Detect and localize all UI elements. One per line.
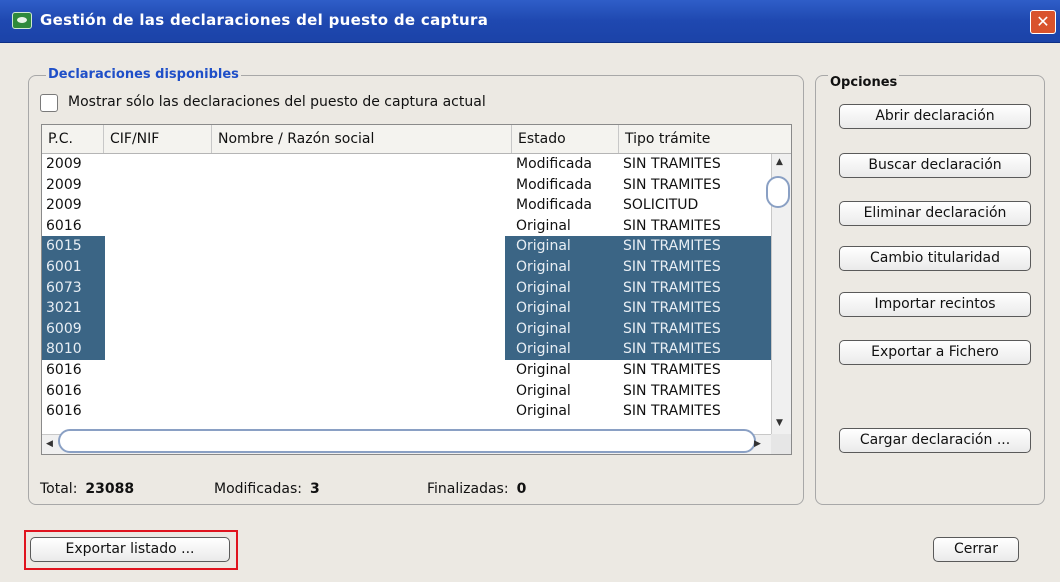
column-header-pc[interactable]: P.C. bbox=[42, 125, 104, 153]
exportar-fichero-button[interactable]: Exportar a Fichero bbox=[839, 340, 1031, 365]
cell-tipo-tramite: SIN TRAMITES bbox=[619, 277, 771, 299]
cell-tipo-tramite: SIN TRAMITES bbox=[619, 298, 771, 319]
abrir-declaracion-button[interactable]: Abrir declaración bbox=[839, 104, 1031, 129]
cell-pc: 6016 bbox=[46, 403, 82, 420]
cell-estado: Original bbox=[516, 382, 571, 399]
cell-estado: Modificada bbox=[516, 156, 592, 172]
cell-tipo-tramite: SIN TRAMITES bbox=[623, 176, 721, 193]
highlight-box bbox=[24, 530, 238, 570]
cell-tipo-tramite: SIN TRAMITES bbox=[619, 318, 771, 340]
mostrar-solo-checkbox[interactable] bbox=[40, 94, 58, 112]
scroll-right-icon[interactable]: ▶ bbox=[754, 439, 761, 449]
cell-tipo-tramite: SIN TRAMITES bbox=[619, 236, 771, 257]
cell-pc: 2009 bbox=[46, 176, 82, 193]
vertical-scrollbar[interactable]: ▲ ▼ bbox=[766, 154, 791, 434]
cell-tipo-tramite: SIN TRAMITES bbox=[619, 339, 771, 360]
cell-estado: Original bbox=[512, 277, 619, 299]
cell-pc: 6001 bbox=[42, 256, 104, 278]
cell-pc: 8010 bbox=[42, 339, 104, 360]
cell-tipo-tramite: SIN TRAMITES bbox=[623, 403, 721, 420]
eliminar-declaracion-button[interactable]: Eliminar declaración bbox=[839, 201, 1031, 226]
cerrar-button[interactable]: Cerrar bbox=[933, 537, 1019, 562]
app-icon bbox=[12, 12, 32, 29]
scroll-down-icon[interactable]: ▼ bbox=[776, 418, 783, 428]
cell-tipo-tramite: SIN TRAMITES bbox=[623, 382, 721, 399]
cell-estado: Original bbox=[512, 256, 619, 278]
buscar-declaracion-button[interactable]: Buscar declaración bbox=[839, 153, 1031, 178]
total-value: 23088 bbox=[85, 481, 135, 497]
window-title: Gestión de las declaraciones del puesto … bbox=[40, 11, 489, 29]
modificadas-value: 3 bbox=[310, 481, 320, 497]
column-header-nombre[interactable]: Nombre / Razón social bbox=[212, 125, 512, 153]
cell-tipo-tramite: SIN TRAMITES bbox=[623, 156, 721, 172]
cell-tipo-tramite: SIN TRAMITES bbox=[623, 217, 721, 234]
importar-recintos-button[interactable]: Importar recintos bbox=[839, 292, 1031, 317]
scroll-up-icon[interactable]: ▲ bbox=[776, 157, 783, 167]
modificadas-label: Modificadas: bbox=[214, 481, 302, 497]
modificadas-stat: Modificadas: 3 bbox=[214, 481, 320, 497]
mostrar-solo-label[interactable]: Mostrar sólo las declaraciones del puest… bbox=[68, 94, 486, 110]
declaraciones-group-title: Declaraciones disponibles bbox=[46, 67, 241, 82]
redacted-area bbox=[105, 154, 505, 434]
column-header-tipo-tramite[interactable]: Tipo trámite bbox=[619, 125, 791, 153]
table-header: P.C. CIF/NIF Nombre / Razón social Estad… bbox=[42, 125, 791, 154]
cell-pc: 6016 bbox=[46, 361, 82, 378]
finalizadas-stat: Finalizadas: 0 bbox=[427, 481, 526, 497]
cell-tipo-tramite: SOLICITUD bbox=[623, 197, 699, 214]
finalizadas-value: 0 bbox=[516, 481, 527, 497]
horizontal-scrollbar[interactable]: ◀ ▶ bbox=[42, 429, 771, 454]
cell-pc: 6009 bbox=[42, 318, 104, 340]
title-bar: Gestión de las declaraciones del puesto … bbox=[0, 0, 1060, 43]
cell-pc: 6015 bbox=[42, 236, 104, 257]
cell-estado: Modificada bbox=[516, 176, 592, 193]
cell-estado: Original bbox=[512, 339, 619, 360]
cell-pc: 6016 bbox=[46, 382, 82, 399]
cell-estado: Original bbox=[516, 217, 571, 234]
cell-pc: 2009 bbox=[46, 197, 82, 214]
cell-estado: Original bbox=[512, 236, 619, 257]
scroll-left-icon[interactable]: ◀ bbox=[46, 439, 53, 449]
close-window-button[interactable]: ✕ bbox=[1030, 10, 1056, 34]
cell-estado: Modificada bbox=[516, 197, 592, 214]
cell-pc: 6073 bbox=[42, 277, 104, 299]
cell-estado: Original bbox=[512, 318, 619, 340]
column-header-cif-nif[interactable]: CIF/NIF bbox=[104, 125, 212, 153]
cell-tipo-tramite: SIN TRAMITES bbox=[619, 256, 771, 278]
horizontal-scroll-thumb[interactable] bbox=[58, 429, 756, 453]
opciones-group-title: Opciones bbox=[828, 75, 900, 90]
total-label: Total: bbox=[40, 481, 78, 497]
cambio-titularidad-button[interactable]: Cambio titularidad bbox=[839, 246, 1031, 271]
vertical-scroll-thumb[interactable] bbox=[766, 176, 790, 208]
declaraciones-table[interactable]: P.C. CIF/NIF Nombre / Razón social Estad… bbox=[41, 124, 792, 455]
cell-estado: Original bbox=[512, 298, 619, 319]
cell-pc: 2009 bbox=[46, 156, 82, 172]
cell-pc: 3021 bbox=[42, 298, 104, 319]
column-header-estado[interactable]: Estado bbox=[512, 125, 619, 153]
finalizadas-label: Finalizadas: bbox=[427, 481, 509, 497]
cargar-declaracion-button[interactable]: Cargar declaración ... bbox=[839, 428, 1031, 453]
cell-tipo-tramite: SIN TRAMITES bbox=[623, 361, 721, 378]
cell-estado: Original bbox=[516, 361, 571, 378]
scroll-corner bbox=[771, 434, 791, 454]
total-stat: Total: 23088 bbox=[40, 481, 134, 497]
cell-pc: 6016 bbox=[46, 217, 82, 234]
cell-estado: Original bbox=[516, 403, 571, 420]
